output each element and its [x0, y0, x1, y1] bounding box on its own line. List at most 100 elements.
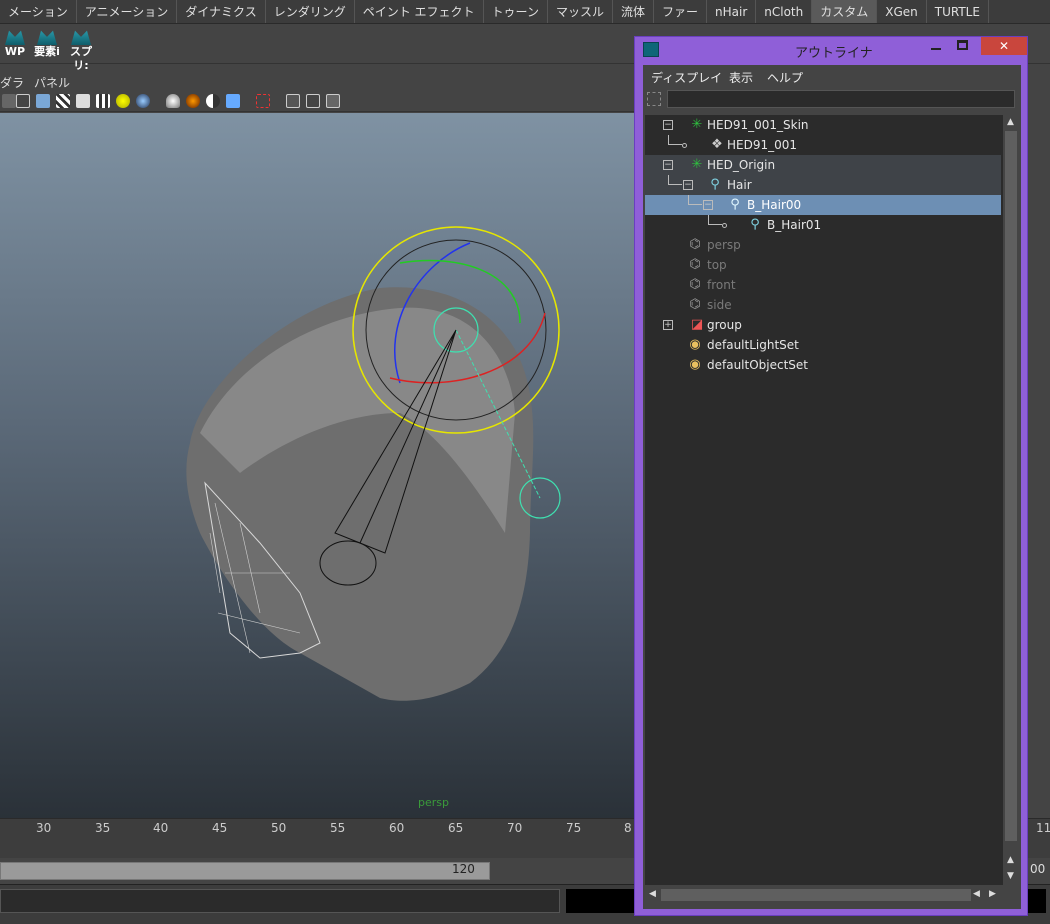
menu-help[interactable]: ヘルプ — [767, 69, 803, 86]
tree-line — [708, 215, 722, 225]
tab-dynamics[interactable]: ダイナミクス — [177, 0, 266, 23]
tree-item[interactable]: ⌬ side — [645, 295, 1001, 315]
scroll-thumb[interactable] — [661, 889, 971, 901]
viewport-menu-shading[interactable]: ダラ — [0, 74, 24, 91]
scroll-up-icon[interactable]: ▲ — [1007, 117, 1014, 127]
scroll-up-icon[interactable]: ▲ — [1007, 855, 1014, 865]
tree-item-label: B_Hair01 — [767, 218, 822, 232]
tab-animation[interactable]: アニメーション — [77, 0, 178, 23]
ambient-occlusion-icon[interactable] — [186, 94, 200, 108]
tree-item[interactable]: ⌬ front — [645, 275, 1001, 295]
tree-item[interactable]: ❖ HED91_001 — [645, 135, 1001, 155]
tree-item-label: side — [707, 298, 732, 312]
tree-item[interactable]: − ✳ HED91_001_Skin — [645, 115, 1001, 135]
tree-item[interactable]: − ⚲ Hair — [645, 175, 1001, 195]
tab-fur[interactable]: ファー — [654, 0, 707, 23]
collapse-icon[interactable]: − — [663, 160, 673, 170]
wireframe-cube-icon[interactable] — [16, 94, 30, 108]
motion-blur-icon[interactable] — [206, 94, 220, 108]
scroll-left-icon[interactable]: ◀ — [649, 889, 656, 899]
tab-turtle[interactable]: TURTLE — [927, 0, 989, 23]
minimize-button[interactable] — [931, 40, 941, 50]
xray-active-icon[interactable] — [306, 94, 320, 108]
tree-item-selected[interactable]: − ⚲ B_Hair00 — [645, 195, 1001, 215]
scene-graphics — [186, 226, 561, 701]
time-tick: 55 — [330, 821, 346, 835]
mesh-icon: ❖ — [711, 137, 723, 152]
tree-item-label: HED_Origin — [707, 158, 776, 172]
scroll-down-icon[interactable]: ▼ — [1007, 871, 1014, 881]
outliner-titlebar[interactable]: アウトライナ ✕ — [635, 37, 1027, 63]
tab-animation-partial[interactable]: メーション — [0, 0, 77, 23]
scroll-left-icon[interactable]: ◀ — [973, 889, 980, 899]
viewport-menu-panels[interactable]: パネル — [34, 74, 70, 91]
viewport-3d[interactable] — [0, 113, 640, 819]
time-tick: 75 — [566, 821, 582, 835]
camera-label: persp — [418, 796, 449, 809]
menu-display[interactable]: ディスプレイ — [651, 69, 722, 86]
texture-cube-icon[interactable] — [76, 94, 90, 108]
tree-item[interactable]: ◉ defaultLightSet — [645, 335, 1001, 355]
scroll-thumb[interactable] — [1005, 131, 1017, 841]
multisample-icon[interactable] — [226, 94, 240, 108]
search-input[interactable] — [667, 90, 1015, 108]
shading-sphere-icon[interactable] — [136, 94, 150, 108]
shelf-label: WP — [4, 45, 26, 58]
menu-show[interactable]: 表示 — [729, 69, 753, 86]
shelf-button-wp[interactable]: WP — [0, 27, 30, 61]
collapse-icon[interactable]: − — [703, 200, 713, 210]
tab-nhair[interactable]: nHair — [707, 0, 757, 23]
maya-shelf-icon — [37, 30, 57, 45]
shelf-button-element[interactable]: 要素i — [32, 27, 62, 61]
tree-item-label: group — [707, 318, 742, 332]
shelf-label: スプリ: — [70, 45, 92, 72]
collapse-icon[interactable]: − — [663, 120, 673, 130]
menu-tab-strip: メーション アニメーション ダイナミクス レンダリング ペイント エフェクト ト… — [0, 0, 1050, 24]
tree-item[interactable]: + ◪ group — [645, 315, 1001, 335]
smooth-shade-cube-icon[interactable] — [36, 94, 50, 108]
tab-xgen[interactable]: XGen — [877, 0, 927, 23]
shelf-button-script[interactable]: スプリ: — [66, 27, 96, 72]
tree-item[interactable]: ⌬ top — [645, 255, 1001, 275]
time-tick: 45 — [212, 821, 228, 835]
time-tick: 11 — [1036, 821, 1050, 835]
tab-custom[interactable]: カスタム — [812, 0, 878, 23]
maya-app-icon — [643, 42, 659, 57]
tree-item[interactable]: ⌬ persp — [645, 235, 1001, 255]
range-bar[interactable] — [0, 862, 490, 880]
xray-icon[interactable] — [286, 94, 300, 108]
tree-item[interactable]: ⚲ B_Hair01 — [645, 215, 1001, 235]
minimize-icon — [931, 48, 941, 50]
tree-item-label: top — [707, 258, 727, 272]
horizontal-scrollbar[interactable]: ◀ ◀ ▶ — [645, 887, 1003, 903]
tree-line — [668, 175, 682, 185]
tree-item[interactable]: ◉ defaultObjectSet — [645, 355, 1001, 375]
shadow-icon[interactable] — [166, 94, 180, 108]
tree-item[interactable]: − ✳ HED_Origin — [645, 155, 1001, 175]
tree-line — [668, 135, 682, 145]
checker-icon[interactable] — [56, 94, 70, 108]
filter-icon[interactable] — [647, 92, 661, 106]
outliner-title: アウトライナ — [795, 46, 873, 61]
isolate-select-icon[interactable] — [256, 94, 270, 108]
tab-rendering[interactable]: レンダリング — [266, 0, 355, 23]
collapse-icon[interactable]: − — [683, 180, 693, 190]
tab-toon[interactable]: トゥーン — [484, 0, 548, 23]
time-tick: 65 — [448, 821, 464, 835]
scroll-right-icon[interactable]: ▶ — [989, 889, 996, 899]
time-tick: 30 — [36, 821, 52, 835]
checker-cube-icon[interactable] — [96, 94, 110, 108]
xray-joints-icon[interactable] — [326, 94, 340, 108]
tab-paint-effects[interactable]: ペイント エフェクト — [355, 0, 484, 23]
vertical-scrollbar[interactable]: ▲ ▲ ▼ — [1003, 115, 1019, 885]
tab-ncloth[interactable]: nCloth — [756, 0, 813, 23]
tree-dot — [682, 143, 687, 148]
maximize-button[interactable] — [957, 40, 968, 50]
tab-fluids[interactable]: 流体 — [613, 0, 654, 23]
outliner-tree[interactable]: − ✳ HED91_001_Skin ❖ HED91_001 − ✳ HED_O… — [645, 115, 1003, 885]
command-input[interactable] — [0, 889, 560, 913]
close-button[interactable]: ✕ — [981, 37, 1027, 55]
light-icon[interactable] — [116, 94, 130, 108]
tab-muscle[interactable]: マッスル — [548, 0, 613, 23]
expand-icon[interactable]: + — [663, 320, 673, 330]
